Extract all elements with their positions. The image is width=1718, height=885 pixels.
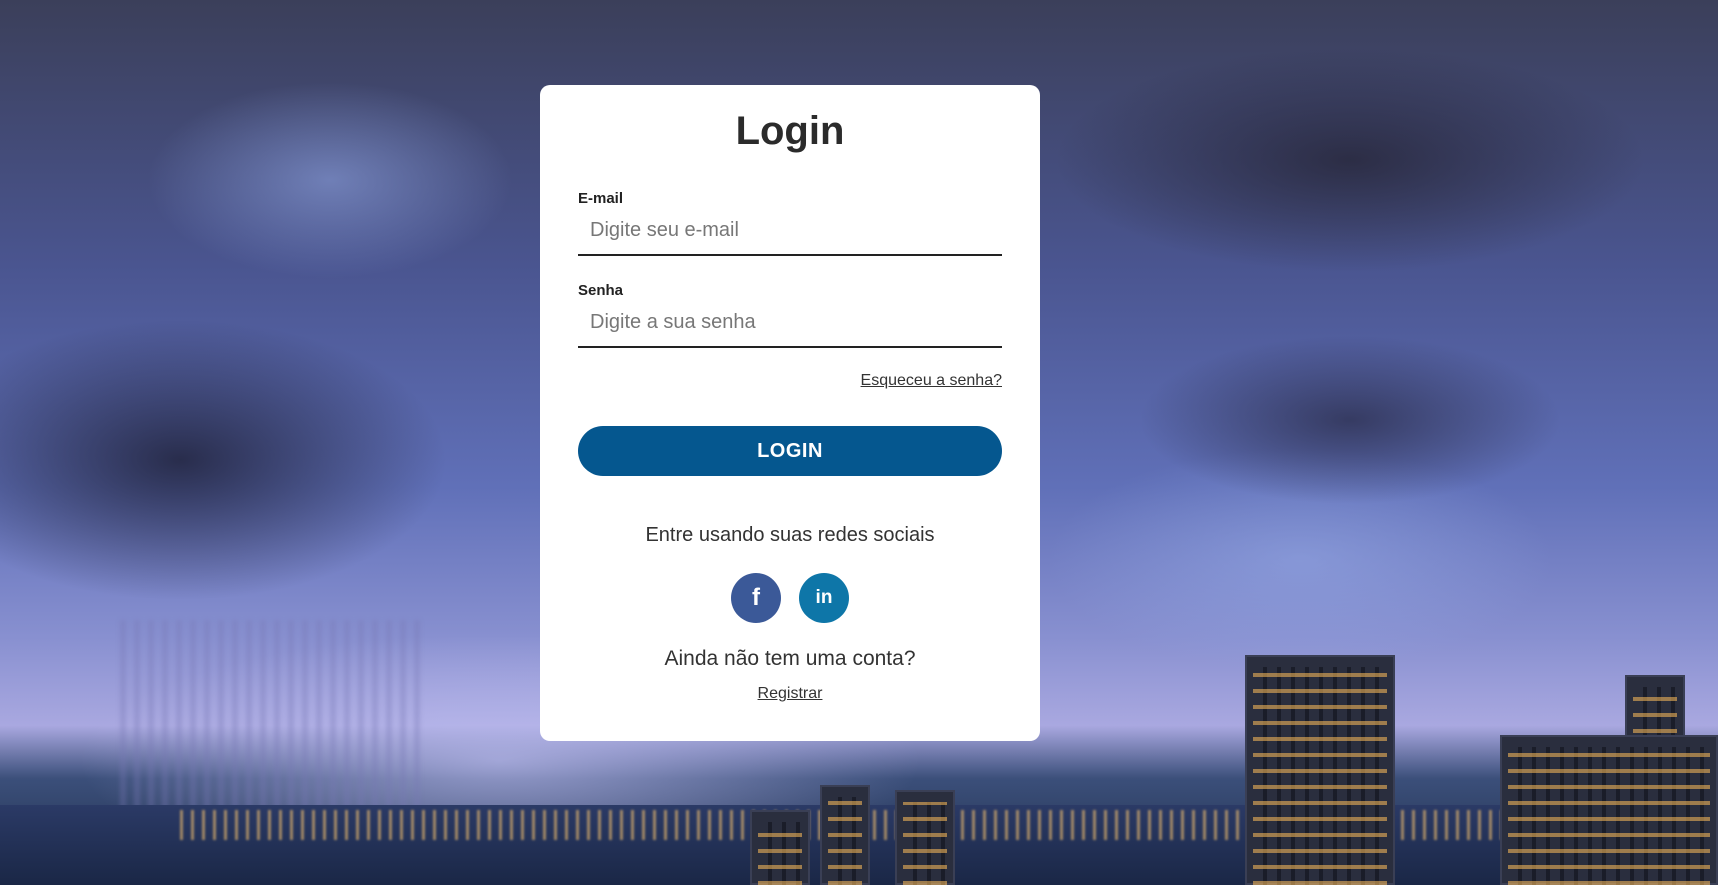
password-label: Senha <box>578 282 624 299</box>
forgot-password-link[interactable]: Esqueceu a senha? <box>861 372 1002 389</box>
background-building <box>895 790 955 885</box>
background-rain <box>120 620 420 820</box>
background-building <box>1500 735 1718 885</box>
background-building <box>820 785 870 885</box>
social-buttons: f in <box>578 573 1002 623</box>
password-field-group: Senha <box>578 282 1002 348</box>
linkedin-button[interactable]: in <box>799 573 849 623</box>
register-link[interactable]: Registrar <box>758 685 823 702</box>
background-building <box>1245 655 1395 885</box>
login-card: Login E-mail Senha Esqueceu a senha? LOG… <box>540 85 1040 741</box>
register-row: Registrar <box>578 685 1002 703</box>
page-title: Login <box>735 109 845 153</box>
email-input[interactable] <box>578 215 1002 256</box>
email-field-group: E-mail <box>578 190 1002 256</box>
no-account-text: Ainda não tem uma conta? <box>664 647 916 670</box>
facebook-icon: f <box>752 584 760 611</box>
password-input[interactable] <box>578 307 1002 348</box>
login-button[interactable]: LOGIN <box>578 426 1002 476</box>
social-login-text: Entre usando suas redes sociais <box>645 524 935 546</box>
email-label: E-mail <box>578 190 624 207</box>
facebook-button[interactable]: f <box>731 573 781 623</box>
linkedin-icon: in <box>815 587 833 608</box>
forgot-password-row: Esqueceu a senha? <box>578 372 1002 390</box>
background-building <box>750 810 810 885</box>
